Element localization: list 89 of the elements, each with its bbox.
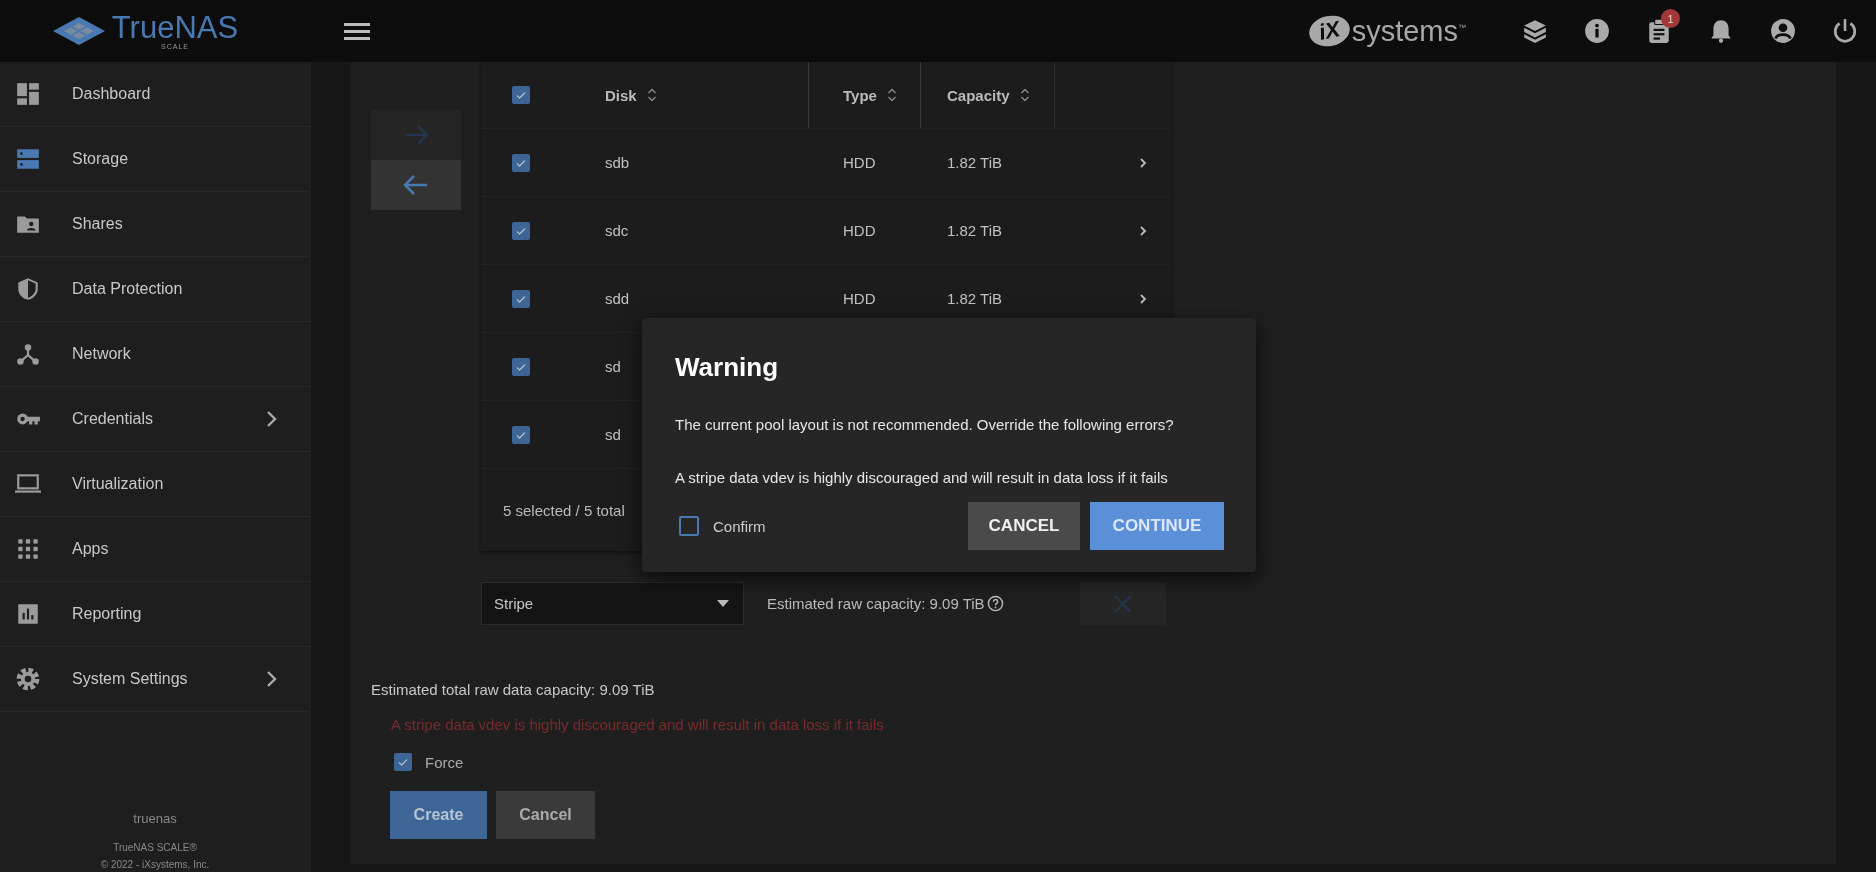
move-button[interactable]: [371, 160, 461, 210]
close-icon: [1114, 594, 1132, 613]
help-icon: [986, 595, 1004, 612]
cancel-button[interactable]: CANCEL: [968, 502, 1080, 550]
notification-count: 1: [1661, 9, 1680, 28]
nav-label: Virtualization: [72, 475, 165, 493]
settings-icon: [15, 666, 41, 692]
error-message: A stripe data vdev is highly discouraged and will result in data loss if it fails: [391, 716, 885, 733]
info-icon: [1584, 18, 1610, 44]
server-icon: [15, 146, 41, 172]
dialog-message: The current pool layout is not recommended. Override the following errors?: [675, 416, 1175, 433]
selection-count: 5 selected / 5 total: [503, 501, 625, 519]
sidebar-item[interactable]: Shares: [0, 192, 310, 257]
nav-label: System Settings: [72, 670, 189, 688]
dropdown-caret-icon: [717, 600, 729, 607]
sidebar-item[interactable]: Data Protection: [0, 257, 310, 322]
table-cell: HDD: [843, 154, 876, 171]
nav-label: Dashboard: [72, 85, 152, 103]
cube-grid-icon: [51, 16, 106, 46]
menu-button[interactable]: [344, 21, 370, 41]
checkbox[interactable]: [679, 516, 699, 536]
sidebar-item[interactable]: Storage: [0, 127, 310, 192]
chevron-right-icon: [266, 670, 278, 688]
grid-icon: [15, 536, 41, 562]
checkbox[interactable]: [512, 221, 530, 240]
checkbox-label[interactable]: Confirm: [713, 517, 766, 535]
table-cell: sd: [605, 358, 621, 375]
checkbox[interactable]: [394, 753, 412, 771]
checkbox[interactable]: [512, 425, 530, 444]
sidebar-item[interactable]: Dashboard: [0, 62, 310, 127]
bar-chart-icon: [15, 601, 41, 627]
chevron-right-icon[interactable]: [1139, 292, 1147, 305]
notifications-icon: [1708, 18, 1734, 44]
sidebar-item[interactable]: Credentials: [0, 387, 310, 452]
clipboard-button[interactable]: 1: [1628, 11, 1690, 51]
product-name: TrueNAS SCALE®: [112, 842, 198, 853]
table-cell: HDD: [843, 290, 876, 307]
chevron-right-icon[interactable]: [1139, 156, 1147, 169]
sort-icon: [646, 88, 657, 102]
sidebar-item[interactable]: Virtualization: [0, 452, 310, 517]
nav-label: Shares: [72, 215, 124, 233]
cancel-button[interactable]: Cancel: [496, 791, 595, 839]
chevron-right-icon[interactable]: [1139, 224, 1147, 237]
account-icon: [1770, 18, 1796, 44]
nav-label: Data Protection: [72, 280, 184, 298]
checkbox[interactable]: [512, 86, 530, 104]
table-cell: 1.82 TiB: [947, 222, 1003, 239]
trademark: ™: [1458, 22, 1466, 32]
column-header[interactable]: Type: [843, 86, 877, 104]
sidebar-item[interactable]: System Settings: [0, 647, 310, 712]
column-header[interactable]: Disk: [605, 86, 637, 104]
sidebar-item[interactable]: Reporting: [0, 582, 310, 647]
sidebar-item[interactable]: Network: [0, 322, 310, 387]
layout-dropdown[interactable]: Stripe: [481, 582, 744, 625]
sort-icon: [1019, 88, 1030, 102]
checkbox[interactable]: [512, 289, 530, 308]
nav-label: Credentials: [72, 410, 154, 428]
network-icon: [15, 341, 41, 367]
hostname: truenas: [132, 811, 178, 826]
capacity-estimate: Estimated raw capacity: 9.09 TiB: [767, 595, 985, 612]
vendor-name: systems: [1351, 14, 1458, 48]
sort-icon: [886, 88, 897, 102]
nav-label: Reporting: [72, 605, 143, 623]
shield-icon: [15, 276, 41, 302]
chevron-right-icon: [266, 410, 278, 428]
table-cell: sdc: [605, 222, 629, 239]
nav-label: Storage: [72, 150, 130, 168]
total-capacity: Estimated total raw data capacity: 9.09 TiB: [371, 681, 656, 698]
checkbox[interactable]: [512, 153, 530, 172]
table-cell: 1.82 TiB: [947, 154, 1003, 171]
copyright: © 2022 - iXsystems, Inc.: [99, 859, 211, 870]
brand-name: TrueNAS: [111, 12, 239, 43]
table-cell: sdd: [605, 290, 630, 307]
dialog-message: A stripe data vdev is highly discouraged and will result in data loss if it fails: [675, 469, 1169, 486]
checkbox-label[interactable]: Force: [425, 753, 464, 771]
table-cell: HDD: [843, 222, 876, 239]
nav-label: Apps: [72, 540, 110, 558]
menu-icon: [344, 21, 370, 41]
table-cell: sd: [605, 426, 621, 443]
dashboard-icon: [15, 81, 41, 107]
column-header[interactable]: Capacity: [947, 86, 1010, 104]
dialog-title: Warning: [675, 352, 780, 383]
table-cell: sdb: [605, 154, 630, 171]
sidebar-item[interactable]: Apps: [0, 517, 310, 582]
ixsystems-logo[interactable]: iX systems™: [1308, 14, 1466, 48]
table-cell: 1.82 TiB: [947, 290, 1003, 307]
checkbox[interactable]: [512, 357, 530, 376]
power-icon: [1832, 18, 1858, 44]
nav-label: Network: [72, 345, 132, 363]
